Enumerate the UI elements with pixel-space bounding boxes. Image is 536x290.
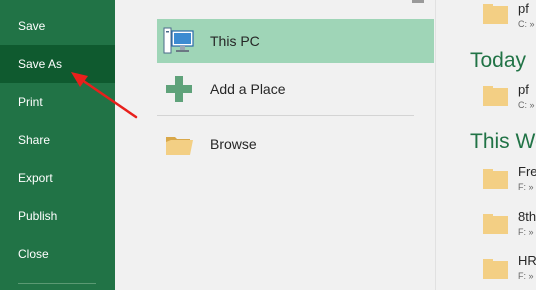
group-heading-today: Today xyxy=(470,49,527,72)
place-label: Add a Place xyxy=(210,81,286,97)
scroll-remnant xyxy=(412,0,424,3)
save-locations: This PC Add a Place Browse xyxy=(115,0,435,290)
recent-folder-path: C: » xyxy=(518,100,535,110)
folder-icon[interactable] xyxy=(483,169,508,189)
backstage-nav: Save Save As Print Share Export Publish … xyxy=(0,0,115,290)
recent-folder-path: F: » xyxy=(518,182,534,192)
nav-item-print[interactable]: Print xyxy=(0,83,115,121)
recent-folder-name[interactable]: pf xyxy=(518,1,529,16)
recent-folder-path: C: » xyxy=(518,19,535,29)
nav-item-save[interactable]: Save xyxy=(0,7,115,45)
computer-icon xyxy=(163,27,194,54)
nav-divider xyxy=(18,283,96,284)
nav-item-share[interactable]: Share xyxy=(0,121,115,159)
plus-icon xyxy=(166,76,192,102)
group-heading-this-week: This We xyxy=(470,130,536,153)
folder-icon[interactable] xyxy=(483,4,508,24)
nav-item-export[interactable]: Export xyxy=(0,159,115,197)
nav-item-save-as[interactable]: Save As xyxy=(0,45,115,83)
folder-icon[interactable] xyxy=(483,259,508,279)
place-this-pc[interactable]: This PC xyxy=(157,19,434,63)
recent-folder-name[interactable]: Fre xyxy=(518,164,536,179)
recent-folder-name[interactable]: pf xyxy=(518,82,529,97)
recent-folders: pf C: » Today pf C: » This We Fre F: » 8… xyxy=(436,0,536,290)
recent-folder-path: F: » xyxy=(518,271,534,281)
place-add-a-place[interactable]: Add a Place xyxy=(157,67,434,111)
place-label: This PC xyxy=(210,33,260,49)
folder-icon xyxy=(166,137,193,155)
nav-item-close[interactable]: Close xyxy=(0,235,115,273)
recent-folder-name[interactable]: 8th xyxy=(518,209,536,224)
place-label: Browse xyxy=(210,136,257,152)
folder-icon[interactable] xyxy=(483,214,508,234)
folder-icon[interactable] xyxy=(483,86,508,106)
nav-item-publish[interactable]: Publish xyxy=(0,197,115,235)
recent-folder-name[interactable]: HR xyxy=(518,253,536,268)
recent-folder-path: F: » xyxy=(518,227,534,237)
places-divider xyxy=(157,115,414,116)
place-browse[interactable]: Browse xyxy=(157,122,434,166)
